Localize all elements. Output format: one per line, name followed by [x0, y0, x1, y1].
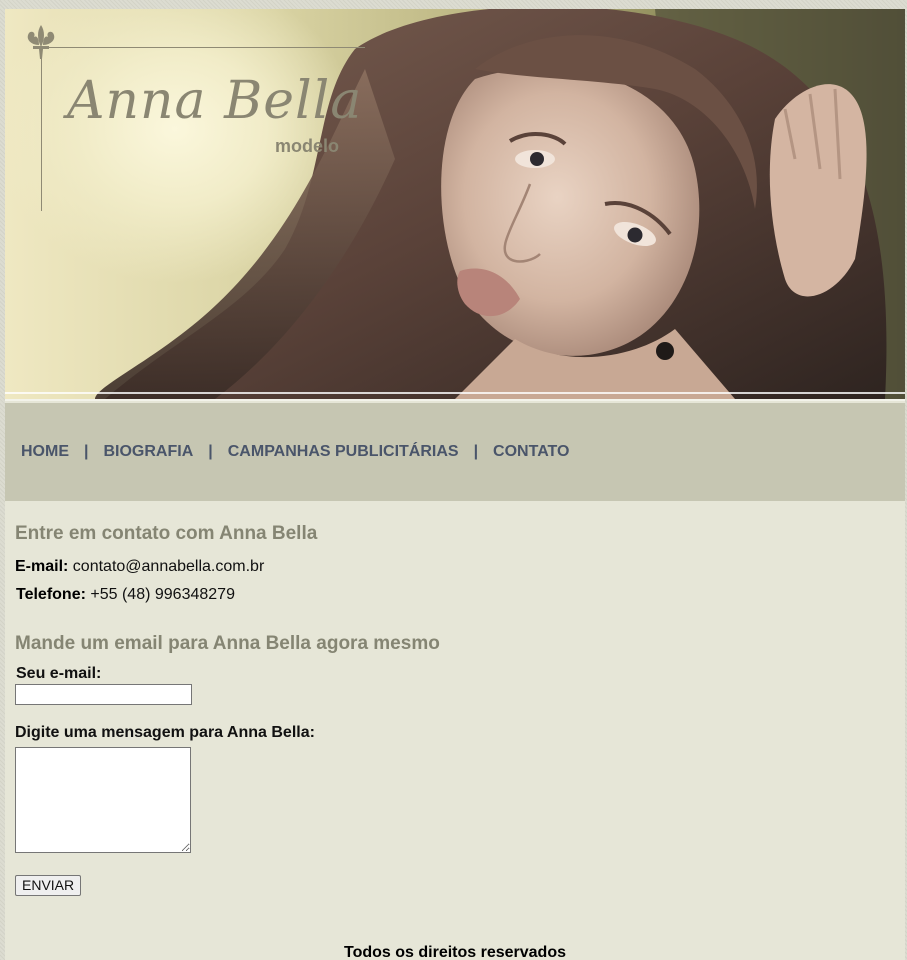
logo-subtitle: modelo [275, 136, 340, 156]
nav-item-biografia[interactable]: BIOGRAFIA [103, 443, 193, 461]
nav-separator: | [473, 443, 479, 460]
nav-item-contato[interactable]: CONTATO [493, 443, 569, 461]
logo-name: Anna Bella [67, 71, 363, 131]
logo-vertical-line [41, 49, 42, 211]
message-textarea[interactable] [15, 746, 191, 853]
main-nav: HOME | BIOGRAFIA | CAMPANHAS PUBLICITÁRI… [5, 403, 905, 501]
footer-text: Todos os direitos reservados [344, 944, 566, 960]
submit-button[interactable]: ENVIAR [15, 874, 82, 896]
contact-phone-row: Telefone: +55 (48) 996348279 [15, 585, 895, 603]
banner-separator [5, 399, 905, 401]
contact-form: Seu e-mail: Digite uma mensagem para Ann… [15, 665, 895, 896]
contact-email-row: E-mail: contato@annabella.com.br [15, 557, 895, 575]
page-container: Anna Bella modelo HOME | BIOGRAFIA | CAM… [5, 9, 905, 960]
contact-phone-value: +55 (48) 996348279 [90, 585, 235, 603]
email-field-label: Seu e-mail: [16, 664, 102, 682]
banner-bottom-line [5, 392, 905, 394]
email-field[interactable] [15, 683, 192, 705]
nav-separator: | [208, 443, 213, 460]
contact-email-label: E-mail: [15, 557, 69, 575]
nav-item-campanhas[interactable]: CAMPANHAS PUBLICITÁRIAS [228, 443, 459, 461]
contact-email-value: contato@annabella.com.br [72, 557, 265, 575]
logo-horizontal-line [47, 47, 365, 48]
main-content: Entre em contato com Anna Bella E-mail: … [15, 523, 895, 896]
message-field-label: Digite uma mensagem para Anna Bella: [15, 723, 315, 741]
header-banner: Anna Bella modelo [5, 9, 905, 399]
nav-separator: | [84, 443, 89, 460]
contact-heading: Entre em contato com Anna Bella [15, 523, 318, 544]
contact-phone-label: Telefone: [16, 585, 86, 603]
nav-item-home[interactable]: HOME [21, 443, 69, 461]
form-heading: Mande um email para Anna Bella agora mes… [15, 632, 440, 654]
model-portrait-image [95, 9, 905, 399]
fleur-de-lis-icon [27, 25, 55, 59]
